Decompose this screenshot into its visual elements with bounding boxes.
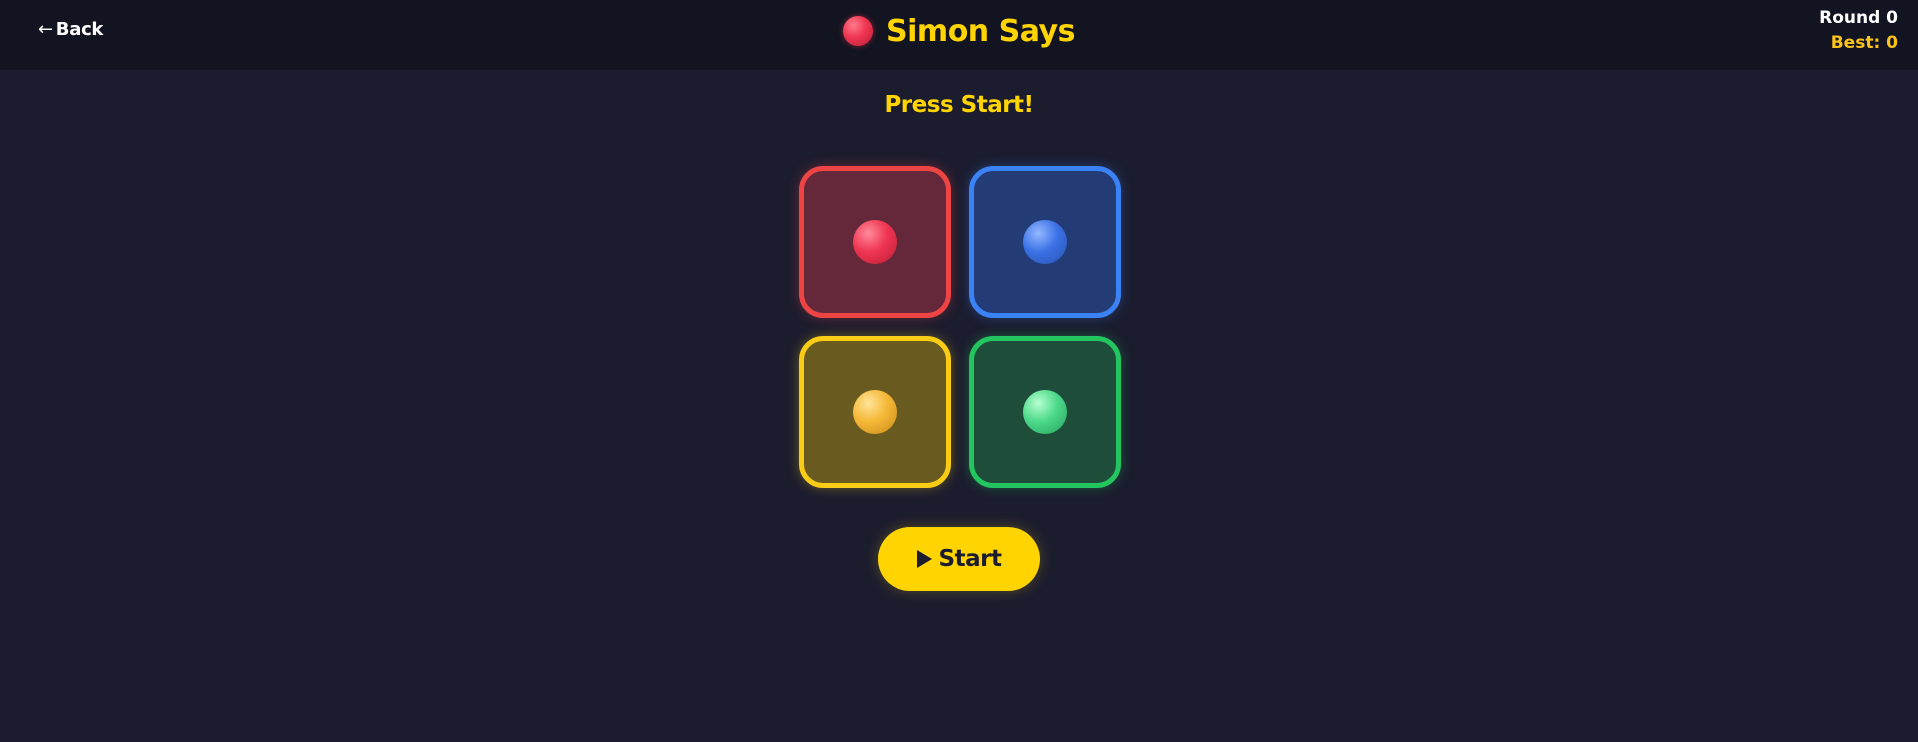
- yellow-pad[interactable]: [799, 336, 951, 488]
- red-pad[interactable]: [799, 166, 951, 318]
- blue-pad[interactable]: [969, 166, 1121, 318]
- green-ball-icon: [1023, 390, 1067, 434]
- play-icon: [916, 550, 932, 568]
- round-counter: Round 0: [1819, 8, 1898, 28]
- green-pad[interactable]: [969, 336, 1121, 488]
- game-status: Press Start!: [884, 92, 1034, 118]
- back-button[interactable]: ← Back: [38, 19, 103, 40]
- back-label: Back: [55, 19, 104, 40]
- blue-ball-icon: [1023, 220, 1067, 264]
- start-button[interactable]: Start: [878, 527, 1040, 591]
- score-panel: Round 0 Best: 0: [1819, 8, 1898, 53]
- left-arrow-icon: ←: [38, 19, 53, 40]
- red-ball-icon: [853, 220, 897, 264]
- top-bar: ← Back Round 0 Best: 0: [0, 0, 1918, 70]
- best-score: Best: 0: [1830, 33, 1898, 53]
- start-label: Start: [938, 546, 1002, 572]
- yellow-ball-icon: [853, 390, 897, 434]
